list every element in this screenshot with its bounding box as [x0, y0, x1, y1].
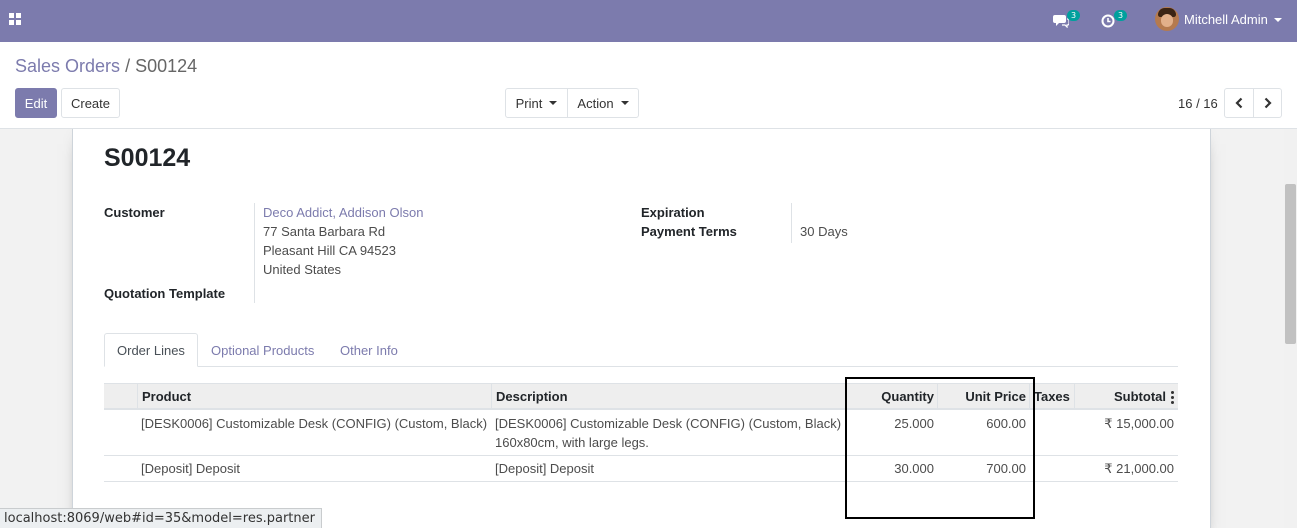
- messages-badge: 3: [1067, 10, 1080, 21]
- tab-order-lines[interactable]: Order Lines: [104, 333, 198, 367]
- chevron-down-icon[interactable]: [1274, 18, 1282, 22]
- status-bar-url: localhost:8069/web#id=35&model=res.partn…: [0, 508, 322, 528]
- pager-next-button[interactable]: [1253, 88, 1282, 118]
- pager-previous-button[interactable]: [1224, 88, 1254, 118]
- messages-button[interactable]: [1053, 0, 1069, 42]
- chevron-left-icon: [1235, 97, 1243, 109]
- form-view: S00124 Customer Deco Addict, Addison Ols…: [0, 129, 1297, 528]
- breadcrumb: Sales Orders / S00124: [15, 56, 197, 77]
- row-1-description-line-2[interactable]: 160x80cm, with large legs.: [495, 433, 649, 452]
- address-line-1: 77 Santa Barbara Rd: [263, 224, 386, 239]
- column-product[interactable]: Product: [137, 384, 492, 409]
- row-1-subtotal: ₹ 15,000.00: [1104, 416, 1174, 431]
- field-divider: [254, 203, 255, 303]
- apps-menu-icon[interactable]: [9, 13, 22, 26]
- top-navbar: 3 3 Mitchell Admin: [0, 0, 1297, 42]
- action-dropdown[interactable]: Action: [567, 88, 639, 118]
- customer-label: Customer: [104, 205, 165, 220]
- action-label: Action: [577, 95, 614, 111]
- edit-button[interactable]: Edit: [15, 88, 57, 118]
- optional-columns-icon[interactable]: [1171, 391, 1174, 406]
- row-1-description-line-1[interactable]: [DESK0006] Customizable Desk (CONFIG) (C…: [495, 414, 841, 433]
- column-taxes[interactable]: Taxes: [1029, 384, 1075, 409]
- activities-badge: 3: [1114, 10, 1127, 21]
- control-panel: Sales Orders / S00124 Edit Create Print …: [0, 42, 1297, 129]
- caret-down-icon: [620, 101, 629, 105]
- order-number: S00124: [104, 144, 191, 172]
- payment-terms-label: Payment Terms: [641, 224, 737, 239]
- scrollbar-thumb[interactable]: [1285, 184, 1296, 344]
- column-subtotal[interactable]: Subtotal: [1074, 384, 1178, 409]
- row-2-subtotal: ₹ 21,000.00: [1104, 461, 1174, 476]
- user-menu-name[interactable]: Mitchell Admin: [1184, 12, 1268, 27]
- caret-down-icon: [549, 101, 558, 105]
- column-description[interactable]: Description: [491, 384, 845, 409]
- activities-button[interactable]: [1101, 0, 1115, 42]
- breadcrumb-current: S00124: [135, 56, 198, 76]
- breadcrumb-sales-orders[interactable]: Sales Orders: [15, 56, 120, 76]
- print-dropdown[interactable]: Print: [505, 88, 568, 118]
- tab-optional-products[interactable]: Optional Products: [199, 333, 326, 367]
- print-label: Print: [515, 95, 543, 111]
- tab-other-info[interactable]: Other Info: [328, 333, 410, 367]
- row-2-product[interactable]: [Deposit] Deposit: [141, 459, 240, 478]
- row-2-description[interactable]: [Deposit] Deposit: [495, 459, 594, 478]
- create-button[interactable]: Create: [61, 88, 120, 118]
- field-divider: [791, 203, 792, 243]
- form-sheet: [72, 129, 1211, 528]
- avatar[interactable]: [1155, 7, 1179, 31]
- chevron-right-icon: [1264, 97, 1272, 109]
- payment-terms-value: 30 Days: [800, 224, 848, 239]
- address-line-3: United States: [263, 262, 342, 277]
- highlight-annotation-box: [845, 377, 1035, 519]
- quotation-template-label: Quotation Template: [104, 286, 226, 301]
- clock-icon: [1101, 14, 1115, 28]
- expiration-label: Expiration: [641, 205, 705, 220]
- row-1-product[interactable]: [DESK0006] Customizable Desk (CONFIG) (C…: [141, 414, 487, 433]
- customer-link[interactable]: Deco Addict, Addison Olson: [263, 205, 423, 220]
- pager-value[interactable]: 16 / 16: [1178, 96, 1218, 111]
- address-line-2: Pleasant Hill CA 94523: [263, 243, 396, 258]
- breadcrumb-separator: /: [125, 56, 131, 76]
